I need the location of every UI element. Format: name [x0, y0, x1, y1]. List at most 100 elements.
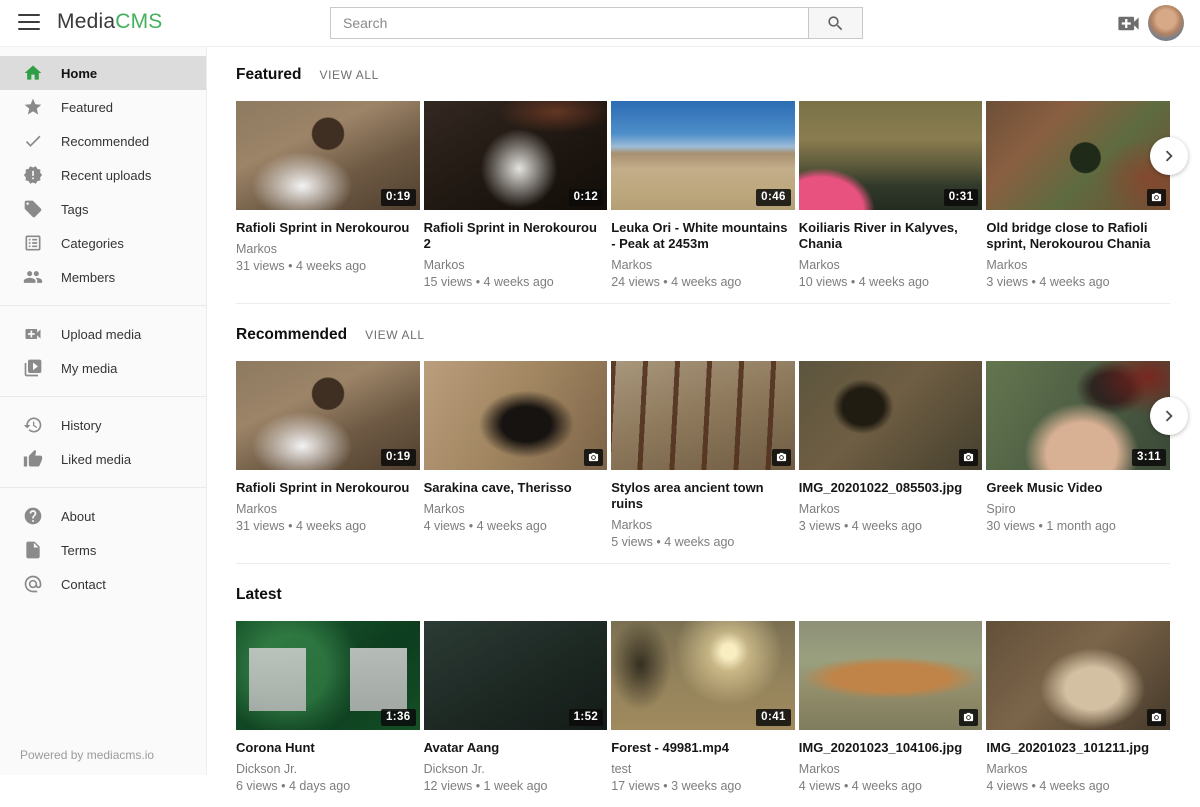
- search-input[interactable]: [330, 7, 808, 39]
- chevron-right-icon: [1158, 405, 1180, 427]
- menu-icon[interactable]: [18, 14, 40, 30]
- media-author[interactable]: Markos: [611, 258, 795, 272]
- main-content: FeaturedVIEW ALL 0:19 Rafioli Sprint in …: [207, 46, 1200, 807]
- sidebar: Home Featured Recommended Recent uploads…: [0, 46, 207, 775]
- media-meta: 30 views • 1 month ago: [986, 519, 1170, 533]
- media-card-row: 0:19 Rafioli Sprint in Nerokourou Markos…: [236, 361, 1170, 549]
- section-featured: FeaturedVIEW ALL 0:19 Rafioli Sprint in …: [236, 66, 1170, 304]
- media-card[interactable]: 3:11 Greek Music Video Spiro 30 views • …: [986, 361, 1170, 549]
- user-avatar[interactable]: [1148, 5, 1184, 41]
- media-thumbnail[interactable]: [424, 361, 608, 470]
- media-title[interactable]: Rafioli Sprint in Nerokourou: [236, 220, 420, 236]
- carousel-next-button[interactable]: [1150, 397, 1188, 435]
- media-thumbnail[interactable]: 0:12: [424, 101, 608, 210]
- media-title[interactable]: Rafioli Sprint in Nerokourou: [236, 480, 420, 496]
- media-author[interactable]: Dickson Jr.: [236, 762, 420, 776]
- upload-media-button[interactable]: [1115, 10, 1142, 37]
- media-thumbnail[interactable]: 3:11: [986, 361, 1170, 470]
- media-card[interactable]: 0:19 Rafioli Sprint in Nerokourou Markos…: [236, 361, 420, 549]
- media-author[interactable]: Markos: [236, 242, 420, 256]
- sidebar-item-recommended[interactable]: Recommended: [0, 124, 206, 158]
- media-card[interactable]: 0:41 Forest - 49981.mp4 test 17 views • …: [611, 621, 795, 793]
- sidebar-item-label: Contact: [61, 577, 106, 592]
- media-card[interactable]: IMG_20201023_101211.jpg Markos 4 views •…: [986, 621, 1170, 793]
- media-thumbnail[interactable]: [611, 361, 795, 470]
- sidebar-item-tags[interactable]: Tags: [0, 192, 206, 226]
- media-title[interactable]: Old bridge close to Rafioli sprint, Nero…: [986, 220, 1170, 252]
- sidebar-item-recent-uploads[interactable]: Recent uploads: [0, 158, 206, 192]
- media-author[interactable]: Markos: [236, 502, 420, 516]
- media-card[interactable]: IMG_20201023_104106.jpg Markos 4 views •…: [799, 621, 983, 793]
- media-author[interactable]: Spiro: [986, 502, 1170, 516]
- sidebar-item-contact[interactable]: Contact: [0, 567, 206, 601]
- media-thumbnail[interactable]: [986, 101, 1170, 210]
- media-title[interactable]: Koiliaris River in Kalyves, Chania: [799, 220, 983, 252]
- media-thumbnail[interactable]: 1:52: [424, 621, 608, 730]
- sidebar-item-my-media[interactable]: My media: [0, 351, 206, 385]
- media-title[interactable]: IMG_20201022_085503.jpg: [799, 480, 983, 496]
- media-card[interactable]: Old bridge close to Rafioli sprint, Nero…: [986, 101, 1170, 289]
- sidebar-item-members[interactable]: Members: [0, 260, 206, 294]
- media-meta: 10 views • 4 weeks ago: [799, 275, 983, 289]
- carousel-next-button[interactable]: [1150, 137, 1188, 175]
- media-title[interactable]: Greek Music Video: [986, 480, 1170, 496]
- media-thumbnail[interactable]: 0:19: [236, 101, 420, 210]
- media-card[interactable]: 0:46 Leuka Ori - White mountains - Peak …: [611, 101, 795, 289]
- media-author[interactable]: Markos: [986, 762, 1170, 776]
- media-thumbnail[interactable]: [799, 621, 983, 730]
- media-title[interactable]: Forest - 49981.mp4: [611, 740, 795, 756]
- sidebar-item-history[interactable]: History: [0, 408, 206, 442]
- media-card[interactable]: 0:12 Rafioli Sprint in Nerokourou 2 Mark…: [424, 101, 608, 289]
- media-title[interactable]: Sarakina cave, Therisso: [424, 480, 608, 496]
- media-thumbnail[interactable]: 0:31: [799, 101, 983, 210]
- media-author[interactable]: Markos: [424, 502, 608, 516]
- media-title[interactable]: Corona Hunt: [236, 740, 420, 756]
- sidebar-item-terms[interactable]: Terms: [0, 533, 206, 567]
- sidebar-item-liked-media[interactable]: Liked media: [0, 442, 206, 476]
- media-thumbnail[interactable]: 1:36: [236, 621, 420, 730]
- media-title[interactable]: IMG_20201023_101211.jpg: [986, 740, 1170, 756]
- media-author[interactable]: Dickson Jr.: [424, 762, 608, 776]
- media-card[interactable]: 1:36 Corona Hunt Dickson Jr. 6 views • 4…: [236, 621, 420, 793]
- sidebar-item-categories[interactable]: Categories: [0, 226, 206, 260]
- media-thumbnail[interactable]: [799, 361, 983, 470]
- duration-badge: 0:46: [756, 189, 791, 206]
- media-meta: 4 views • 4 weeks ago: [799, 779, 983, 793]
- video-call-icon: [23, 324, 43, 344]
- view-all-link[interactable]: VIEW ALL: [365, 328, 425, 342]
- media-author[interactable]: Markos: [424, 258, 608, 272]
- media-title[interactable]: Leuka Ori - White mountains - Peak at 24…: [611, 220, 795, 252]
- sidebar-item-about[interactable]: About: [0, 499, 206, 533]
- view-all-link[interactable]: VIEW ALL: [319, 68, 379, 82]
- media-author[interactable]: test: [611, 762, 795, 776]
- media-title[interactable]: IMG_20201023_104106.jpg: [799, 740, 983, 756]
- media-meta: 4 views • 4 weeks ago: [986, 779, 1170, 793]
- sidebar-item-label: Categories: [61, 236, 124, 251]
- sidebar-item-upload-media[interactable]: Upload media: [0, 317, 206, 351]
- media-author[interactable]: Markos: [799, 258, 983, 272]
- media-card[interactable]: 1:52 Avatar Aang Dickson Jr. 12 views • …: [424, 621, 608, 793]
- media-thumbnail[interactable]: 0:41: [611, 621, 795, 730]
- media-author[interactable]: Markos: [799, 502, 983, 516]
- at-sign-icon: [23, 574, 43, 594]
- media-author[interactable]: Markos: [986, 258, 1170, 272]
- media-title[interactable]: Avatar Aang: [424, 740, 608, 756]
- media-title[interactable]: Stylos area ancient town ruins: [611, 480, 795, 512]
- sidebar-item-featured[interactable]: Featured: [0, 90, 206, 124]
- media-author[interactable]: Markos: [799, 762, 983, 776]
- media-card[interactable]: 0:31 Koiliaris River in Kalyves, Chania …: [799, 101, 983, 289]
- media-card[interactable]: 0:19 Rafioli Sprint in Nerokourou Markos…: [236, 101, 420, 289]
- sidebar-item-home[interactable]: Home: [0, 56, 206, 90]
- media-thumbnail[interactable]: 0:46: [611, 101, 795, 210]
- media-thumbnail[interactable]: 0:19: [236, 361, 420, 470]
- media-card[interactable]: Sarakina cave, Therisso Markos 4 views •…: [424, 361, 608, 549]
- section-header: Latest: [236, 586, 1170, 604]
- media-card[interactable]: IMG_20201022_085503.jpg Markos 3 views •…: [799, 361, 983, 549]
- media-card[interactable]: Stylos area ancient town ruins Markos 5 …: [611, 361, 795, 549]
- media-title[interactable]: Rafioli Sprint in Nerokourou 2: [424, 220, 608, 252]
- media-thumbnail[interactable]: [986, 621, 1170, 730]
- search-button[interactable]: [808, 7, 863, 39]
- app-logo[interactable]: MediaCMS: [57, 10, 162, 34]
- media-author[interactable]: Markos: [611, 518, 795, 532]
- camera-icon: [963, 712, 974, 723]
